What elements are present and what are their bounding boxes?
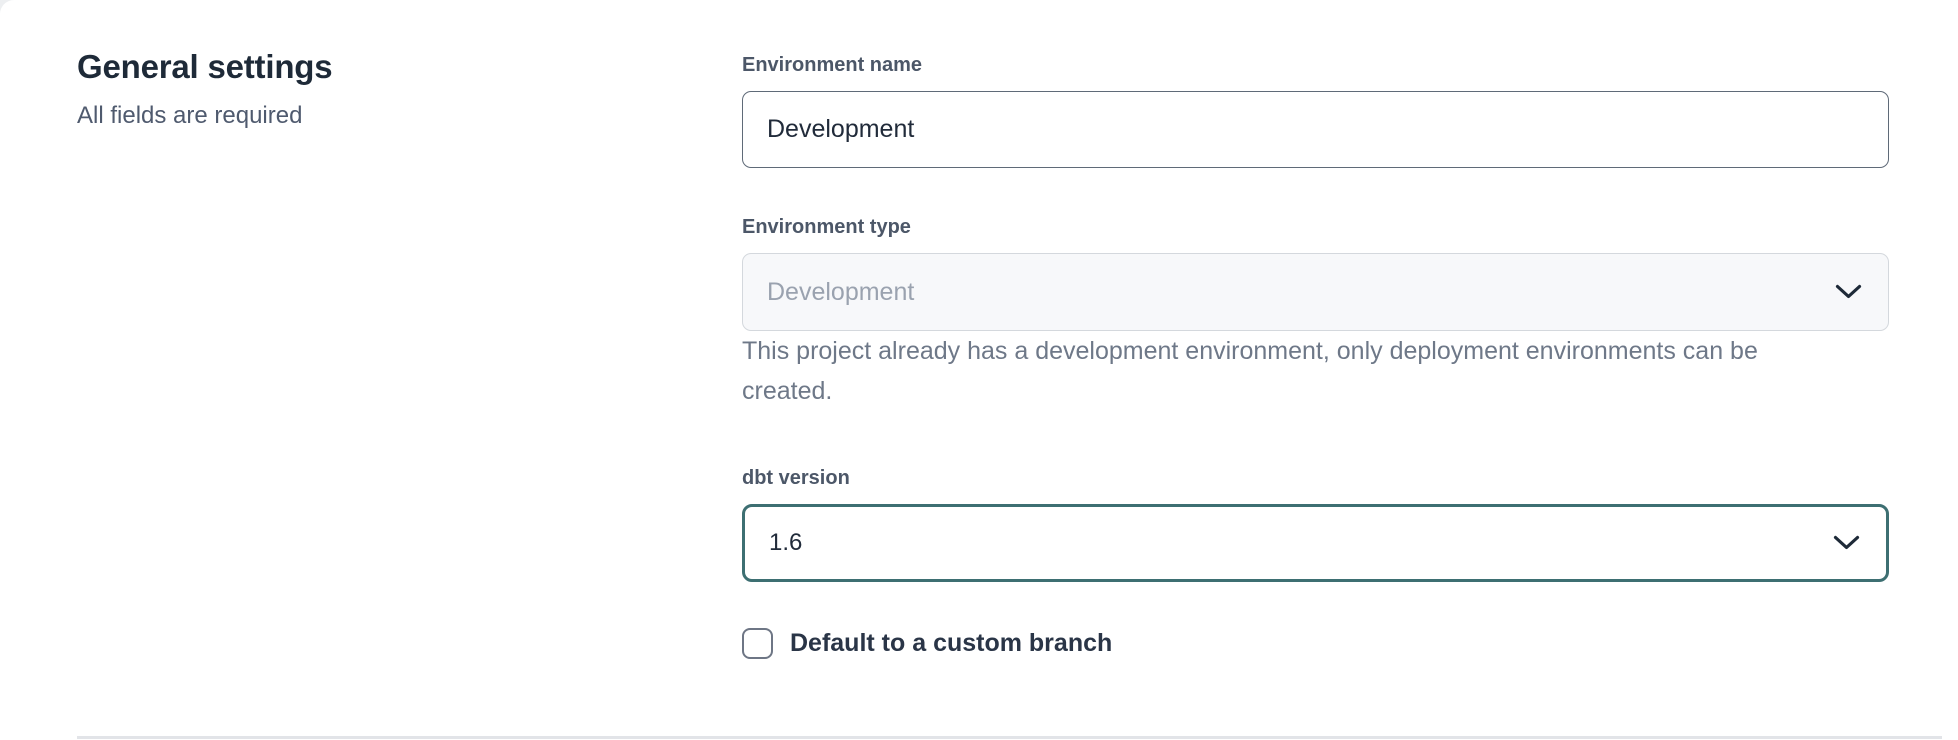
- environment-name-label: Environment name: [742, 52, 1889, 78]
- dbt-version-select[interactable]: 1.6: [742, 504, 1889, 582]
- chevron-down-icon: [1835, 284, 1862, 300]
- environment-type-help-text: This project already has a development e…: [742, 331, 1842, 411]
- environment-type-select: Development: [742, 253, 1889, 331]
- settings-panel: General settings All fields are required…: [0, 0, 1958, 740]
- page-title: General settings: [77, 48, 742, 86]
- custom-branch-checkbox[interactable]: [742, 628, 773, 659]
- custom-branch-row: Default to a custom branch: [742, 628, 1889, 659]
- environment-type-label: Environment type: [742, 214, 1889, 240]
- environment-type-value: Development: [767, 278, 914, 307]
- environment-name-field: Environment name: [742, 52, 1889, 168]
- dbt-version-field: dbt version 1.6: [742, 465, 1889, 582]
- custom-branch-label[interactable]: Default to a custom branch: [790, 629, 1112, 658]
- section-divider: [77, 736, 1942, 739]
- chevron-down-icon: [1833, 535, 1860, 551]
- dbt-version-value: 1.6: [769, 529, 802, 557]
- dbt-version-label: dbt version: [742, 465, 1889, 491]
- general-settings-section: General settings All fields are required…: [0, 0, 1958, 659]
- page-subtitle: All fields are required: [77, 101, 742, 131]
- environment-type-field: Environment type Development: [742, 214, 1889, 331]
- environment-name-input[interactable]: [742, 91, 1889, 168]
- section-intro: General settings All fields are required: [77, 48, 742, 659]
- settings-form: Environment name Environment type Develo…: [742, 48, 1889, 659]
